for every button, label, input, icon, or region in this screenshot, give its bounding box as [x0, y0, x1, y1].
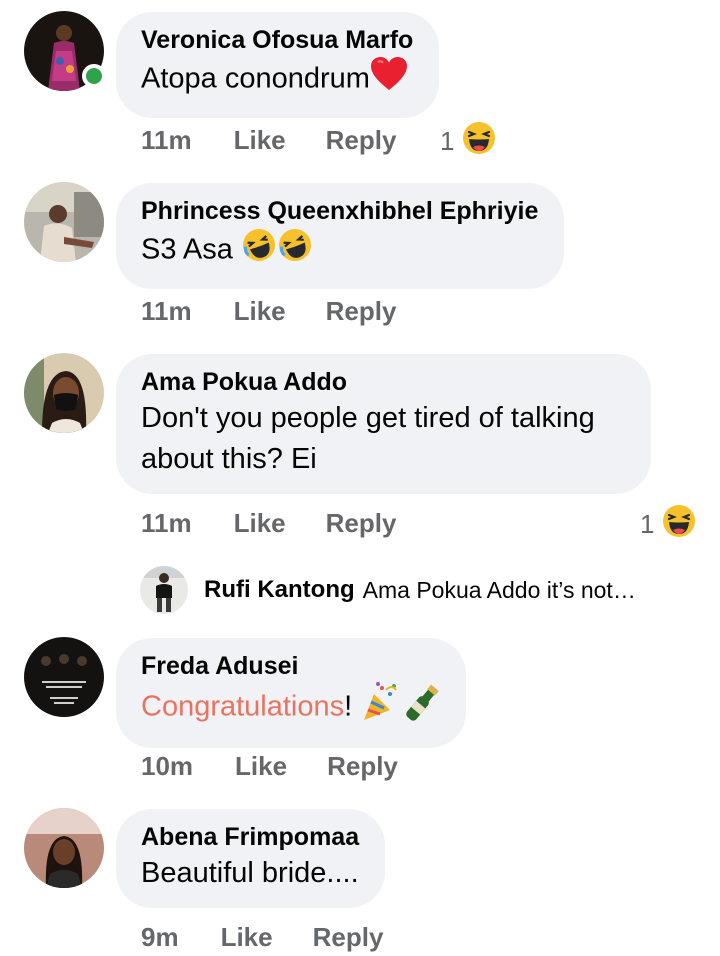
- comment-bubble[interactable]: Freda Adusei Congratulations!: [116, 638, 467, 748]
- haha-icon: [662, 504, 696, 545]
- comment-text-line: Don't you people get tired of talking: [141, 402, 595, 434]
- reply-button[interactable]: Reply: [326, 125, 397, 156]
- comment-actions: 10m Like Reply: [141, 746, 398, 786]
- reply-author[interactable]: Rufi Kantong: [204, 576, 355, 604]
- reaction-count-number: 1: [640, 509, 655, 539]
- comment-author[interactable]: Abena Frimpomaa: [141, 821, 359, 853]
- comment-actions: 11m Like Reply: [141, 291, 396, 331]
- comment-time[interactable]: 9m: [141, 922, 179, 953]
- haha-icon: [462, 121, 496, 162]
- like-button[interactable]: Like: [234, 296, 286, 327]
- reply-button[interactable]: Reply: [313, 922, 384, 953]
- reply-button[interactable]: Reply: [326, 296, 397, 327]
- reaction-count[interactable]: 1: [440, 121, 496, 162]
- like-button[interactable]: Like: [221, 922, 273, 953]
- avatar[interactable]: [140, 566, 188, 614]
- comment-author[interactable]: Phrincess Queenxhibhel Ephriyie: [141, 195, 538, 227]
- comment-time[interactable]: 11m: [141, 296, 192, 327]
- comment-bubble[interactable]: Abena Frimpomaa Beautiful bride....: [116, 809, 386, 908]
- like-button[interactable]: Like: [234, 508, 286, 539]
- comment-actions: 11m Like Reply: [141, 503, 396, 543]
- reply-button[interactable]: Reply: [326, 508, 397, 539]
- comment-time[interactable]: 10m: [141, 751, 193, 782]
- rolling-laugh-icon: [241, 227, 313, 275]
- comment-text-line: about this? Ei: [141, 443, 317, 475]
- avatar[interactable]: [24, 808, 104, 888]
- online-status-dot: [82, 64, 106, 88]
- comment-time[interactable]: 11m: [141, 508, 192, 539]
- avatar[interactable]: [24, 637, 104, 717]
- comment-text: Beautiful bride....: [141, 857, 359, 889]
- avatar[interactable]: [24, 182, 104, 262]
- reply-button[interactable]: Reply: [327, 751, 398, 782]
- comment-bubble[interactable]: Veronica Ofosua Marfo Atopa conondrum: [116, 12, 440, 118]
- like-button[interactable]: Like: [234, 125, 286, 156]
- comment-bubble[interactable]: Ama Pokua Addo Don't you people get tire…: [116, 354, 651, 494]
- reaction-count[interactable]: 1: [640, 504, 696, 545]
- comment-text: Atopa conondrum: [141, 56, 413, 104]
- comment-text: S3 Asa: [141, 227, 538, 275]
- avatar[interactable]: [24, 353, 104, 433]
- comment-actions: 11m Like Reply: [141, 120, 396, 160]
- reaction-count-number: 1: [440, 126, 455, 156]
- reply-preview[interactable]: Rufi Kantong Ama Pokua Addo it’s not…: [140, 565, 636, 615]
- comment-actions: 9m Like Reply: [141, 917, 383, 956]
- comment-bubble[interactable]: Phrincess Queenxhibhel Ephriyie S3 Asa: [116, 183, 565, 289]
- hashtag-highlight[interactable]: Congratulations: [141, 691, 344, 723]
- reply-text[interactable]: Ama Pokua Addo it’s not…: [363, 577, 636, 604]
- comment-text: Congratulations!: [141, 682, 440, 734]
- like-button[interactable]: Like: [235, 751, 287, 782]
- comment-author[interactable]: Veronica Ofosua Marfo: [141, 24, 413, 56]
- party-popper-and-champagne-icon: [360, 682, 440, 734]
- comment-author[interactable]: Freda Adusei: [141, 650, 440, 682]
- red-heart-icon: [370, 56, 408, 104]
- comment-time[interactable]: 11m: [141, 125, 192, 156]
- comment-author[interactable]: Ama Pokua Addo: [141, 366, 595, 398]
